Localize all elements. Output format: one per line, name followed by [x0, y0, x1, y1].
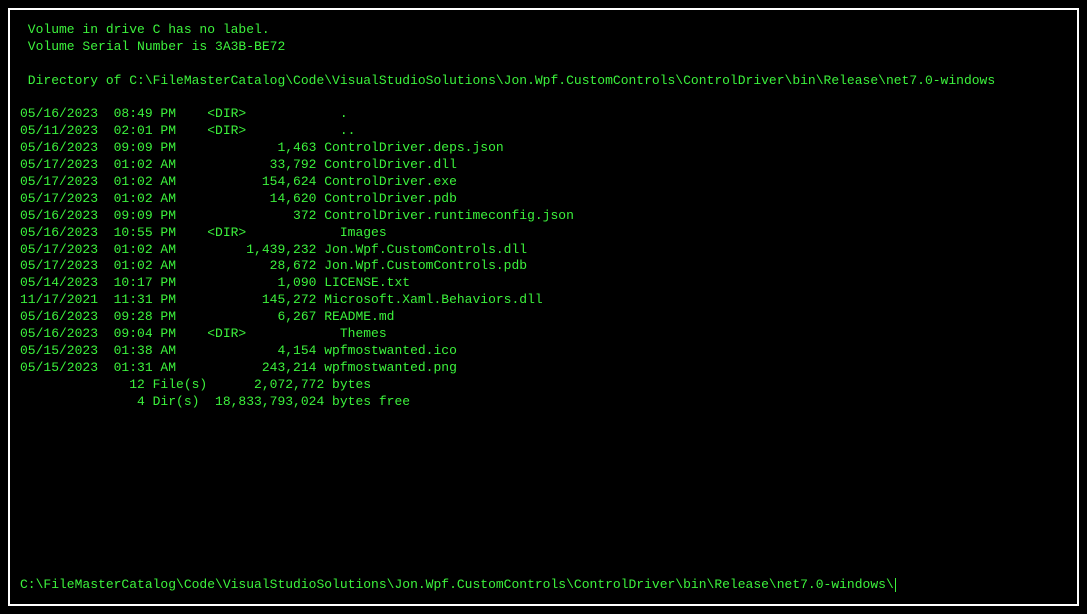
- terminal-window[interactable]: Volume in drive C has no label. Volume S…: [8, 8, 1079, 606]
- prompt-line[interactable]: C:\FileMasterCatalog\Code\VisualStudioSo…: [20, 577, 1067, 592]
- terminal-output: Volume in drive C has no label. Volume S…: [20, 22, 1067, 410]
- cursor: [895, 578, 896, 592]
- prompt-path: C:\FileMasterCatalog\Code\VisualStudioSo…: [20, 577, 894, 592]
